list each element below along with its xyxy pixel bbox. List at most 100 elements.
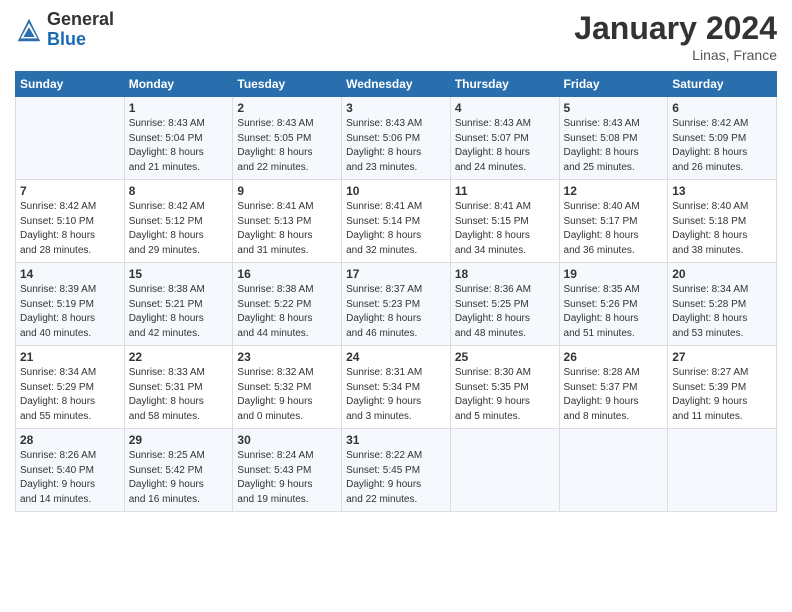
day-number: 2 xyxy=(237,101,337,115)
logo-icon xyxy=(15,16,43,44)
header-row: Sunday Monday Tuesday Wednesday Thursday… xyxy=(16,72,777,97)
calendar-week-4: 28 Sunrise: 8:26 AMSunset: 5:40 PMDayligh… xyxy=(16,429,777,512)
calendar-cell: 30Sunrise: 8:24 AMSunset: 5:43 PMDayligh… xyxy=(233,429,342,512)
day-info: Sunrise: 8:43 AMSunset: 5:07 PMDaylight:… xyxy=(455,117,555,175)
month-title: January 2024 xyxy=(574,10,777,47)
day-info: Sunrise: 8:24 AMSunset: 5:43 PMDaylight:… xyxy=(237,449,337,507)
day-info: Sunrise: 8:35 AMSunset: 5:26 PMDaylight:… xyxy=(564,283,664,341)
header: General Blue January 2024 Linas, France xyxy=(15,10,777,63)
day-number: 24 xyxy=(346,350,446,364)
title-block: January 2024 Linas, France xyxy=(574,10,777,63)
day-number: 22 xyxy=(129,350,229,364)
day-info: Sunrise: 8:33 AMSunset: 5:31 PMDaylight:… xyxy=(129,366,229,424)
calendar-week-2: 14 Sunrise: 8:39 AMSunset: 5:19 PMDayligh… xyxy=(16,263,777,346)
day-info: Sunrise: 8:41 AMSunset: 5:15 PMDaylight:… xyxy=(455,200,555,258)
calendar-week-3: 21 Sunrise: 8:34 AMSunset: 5:29 PMDayligh… xyxy=(16,346,777,429)
day-info: Sunrise: 8:28 AMSunset: 5:37 PMDaylight:… xyxy=(564,366,664,424)
col-thursday: Thursday xyxy=(450,72,559,97)
col-sunday: Sunday xyxy=(16,72,125,97)
logo-general: General xyxy=(47,10,114,30)
calendar-cell: 21 Sunrise: 8:34 AMSunset: 5:29 PMDayligh… xyxy=(16,346,125,429)
day-number: 17 xyxy=(346,267,446,281)
day-info: Sunrise: 8:43 AMSunset: 5:08 PMDaylight:… xyxy=(564,117,664,175)
day-info: Sunrise: 8:30 AMSunset: 5:35 PMDaylight:… xyxy=(455,366,555,424)
day-info: Sunrise: 8:42 AMSunset: 5:12 PMDaylight:… xyxy=(129,200,229,258)
day-number: 29 xyxy=(129,433,229,447)
calendar-cell xyxy=(450,429,559,512)
day-info: Sunrise: 8:41 AMSunset: 5:13 PMDaylight:… xyxy=(237,200,337,258)
day-info: Sunrise: 8:37 AMSunset: 5:23 PMDaylight:… xyxy=(346,283,446,341)
day-info: Sunrise: 8:25 AMSunset: 5:42 PMDaylight:… xyxy=(129,449,229,507)
day-number: 3 xyxy=(346,101,446,115)
day-number: 31 xyxy=(346,433,446,447)
calendar-cell: 29 Sunrise: 8:25 AMSunset: 5:42 PMDayligh… xyxy=(124,429,233,512)
calendar-cell: 18 Sunrise: 8:36 AMSunset: 5:25 PMDayligh… xyxy=(450,263,559,346)
col-tuesday: Tuesday xyxy=(233,72,342,97)
day-number: 28 xyxy=(20,433,120,447)
day-number: 25 xyxy=(455,350,555,364)
day-number: 11 xyxy=(455,184,555,198)
calendar-cell: 17 Sunrise: 8:37 AMSunset: 5:23 PMDayligh… xyxy=(342,263,451,346)
day-number: 8 xyxy=(129,184,229,198)
logo: General Blue xyxy=(15,10,114,50)
day-info: Sunrise: 8:31 AMSunset: 5:34 PMDaylight:… xyxy=(346,366,446,424)
day-info: Sunrise: 8:26 AMSunset: 5:40 PMDaylight:… xyxy=(20,449,120,507)
day-number: 21 xyxy=(20,350,120,364)
col-friday: Friday xyxy=(559,72,668,97)
calendar-cell: 24 Sunrise: 8:31 AMSunset: 5:34 PMDayligh… xyxy=(342,346,451,429)
calendar-cell xyxy=(559,429,668,512)
logo-blue: Blue xyxy=(47,30,114,50)
calendar-cell: 2 Sunrise: 8:43 AMSunset: 5:05 PMDaylight… xyxy=(233,97,342,180)
day-number: 15 xyxy=(129,267,229,281)
calendar-cell: 19 Sunrise: 8:35 AMSunset: 5:26 PMDayligh… xyxy=(559,263,668,346)
day-number: 26 xyxy=(564,350,664,364)
day-number: 7 xyxy=(20,184,120,198)
day-number: 18 xyxy=(455,267,555,281)
day-info: Sunrise: 8:42 AMSunset: 5:10 PMDaylight:… xyxy=(20,200,120,258)
day-number: 9 xyxy=(237,184,337,198)
day-number: 19 xyxy=(564,267,664,281)
day-info: Sunrise: 8:43 AMSunset: 5:05 PMDaylight:… xyxy=(237,117,337,175)
day-number: 4 xyxy=(455,101,555,115)
day-info: Sunrise: 8:22 AMSunset: 5:45 PMDaylight:… xyxy=(346,449,446,507)
calendar-cell: 25 Sunrise: 8:30 AMSunset: 5:35 PMDayligh… xyxy=(450,346,559,429)
calendar-cell: 4 Sunrise: 8:43 AMSunset: 5:07 PMDaylight… xyxy=(450,97,559,180)
day-info: Sunrise: 8:43 AMSunset: 5:04 PMDaylight:… xyxy=(129,117,229,175)
calendar-cell: 15 Sunrise: 8:38 AMSunset: 5:21 PMDayligh… xyxy=(124,263,233,346)
calendar-cell: 5 Sunrise: 8:43 AMSunset: 5:08 PMDaylight… xyxy=(559,97,668,180)
day-info: Sunrise: 8:41 AMSunset: 5:14 PMDaylight:… xyxy=(346,200,446,258)
calendar-cell: 28 Sunrise: 8:26 AMSunset: 5:40 PMDayligh… xyxy=(16,429,125,512)
day-number: 13 xyxy=(672,184,772,198)
calendar-table: Sunday Monday Tuesday Wednesday Thursday… xyxy=(15,71,777,512)
calendar-week-0: 1 Sunrise: 8:43 AMSunset: 5:04 PMDaylight… xyxy=(16,97,777,180)
calendar-cell: 16Sunrise: 8:38 AMSunset: 5:22 PMDayligh… xyxy=(233,263,342,346)
day-info: Sunrise: 8:34 AMSunset: 5:29 PMDaylight:… xyxy=(20,366,120,424)
calendar-cell: 8 Sunrise: 8:42 AMSunset: 5:12 PMDaylight… xyxy=(124,180,233,263)
day-info: Sunrise: 8:39 AMSunset: 5:19 PMDaylight:… xyxy=(20,283,120,341)
location: Linas, France xyxy=(574,47,777,63)
calendar-cell: 31 Sunrise: 8:22 AMSunset: 5:45 PMDayligh… xyxy=(342,429,451,512)
col-saturday: Saturday xyxy=(668,72,777,97)
day-number: 1 xyxy=(129,101,229,115)
calendar-cell: 13Sunrise: 8:40 AMSunset: 5:18 PMDayligh… xyxy=(668,180,777,263)
logo-text: General Blue xyxy=(47,10,114,50)
day-number: 6 xyxy=(672,101,772,115)
day-number: 27 xyxy=(672,350,772,364)
calendar-cell: 10Sunrise: 8:41 AMSunset: 5:14 PMDayligh… xyxy=(342,180,451,263)
day-info: Sunrise: 8:32 AMSunset: 5:32 PMDaylight:… xyxy=(237,366,337,424)
day-number: 14 xyxy=(20,267,120,281)
day-info: Sunrise: 8:34 AMSunset: 5:28 PMDaylight:… xyxy=(672,283,772,341)
day-info: Sunrise: 8:40 AMSunset: 5:17 PMDaylight:… xyxy=(564,200,664,258)
day-info: Sunrise: 8:43 AMSunset: 5:06 PMDaylight:… xyxy=(346,117,446,175)
day-info: Sunrise: 8:36 AMSunset: 5:25 PMDaylight:… xyxy=(455,283,555,341)
day-number: 5 xyxy=(564,101,664,115)
calendar-cell: 14 Sunrise: 8:39 AMSunset: 5:19 PMDayligh… xyxy=(16,263,125,346)
calendar-cell: 27 Sunrise: 8:27 AMSunset: 5:39 PMDayligh… xyxy=(668,346,777,429)
day-info: Sunrise: 8:27 AMSunset: 5:39 PMDaylight:… xyxy=(672,366,772,424)
calendar-cell: 6 Sunrise: 8:42 AMSunset: 5:09 PMDaylight… xyxy=(668,97,777,180)
calendar-cell: 3 Sunrise: 8:43 AMSunset: 5:06 PMDaylight… xyxy=(342,97,451,180)
calendar-cell: 26 Sunrise: 8:28 AMSunset: 5:37 PMDayligh… xyxy=(559,346,668,429)
day-info: Sunrise: 8:38 AMSunset: 5:21 PMDaylight:… xyxy=(129,283,229,341)
day-info: Sunrise: 8:42 AMSunset: 5:09 PMDaylight:… xyxy=(672,117,772,175)
calendar-cell xyxy=(668,429,777,512)
